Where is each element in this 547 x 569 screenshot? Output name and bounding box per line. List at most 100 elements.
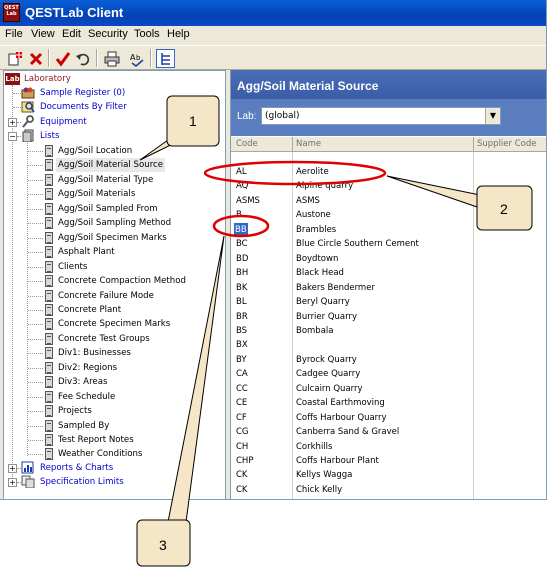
menu-help[interactable]: Help [167, 28, 190, 40]
cell-name[interactable]: Austone [296, 208, 331, 222]
cell-name[interactable]: Black Head [296, 266, 344, 280]
new-record-icon[interactable] [5, 49, 24, 68]
tree-list-item[interactable]: Agg/Soil Sampled From [4, 202, 224, 216]
cell-code[interactable]: CK [236, 483, 248, 497]
tree-list-item[interactable]: Concrete Specimen Marks [4, 317, 224, 331]
cell-name[interactable]: Burrier Quarry [296, 310, 357, 324]
cell-name[interactable]: Cadgee Quarry [296, 367, 360, 381]
cell-name[interactable]: Bombala [296, 324, 334, 338]
tree-list-item[interactable]: Div1: Businesses [4, 346, 224, 360]
table-row[interactable]: CH Corkhills [231, 440, 546, 454]
expand-icon[interactable]: + [8, 118, 17, 127]
table-row[interactable]: CK Chick Kelly [231, 483, 546, 497]
column-header-code[interactable]: Code [236, 139, 258, 149]
table-row[interactable]: CHP Coffs Harbour Plant [231, 454, 546, 468]
cell-name[interactable]: Corkhills [296, 440, 332, 454]
cell-name[interactable]: ASMS [296, 194, 320, 208]
cell-code[interactable]: BK [236, 281, 247, 295]
menu-view[interactable]: View [31, 28, 55, 40]
table-row[interactable]: BB Brambles [231, 222, 546, 237]
cell-name[interactable]: Chick Kelly [296, 483, 342, 497]
cell-code[interactable]: CHP [236, 454, 253, 468]
cell-code[interactable]: CA [236, 367, 248, 381]
tree-toggle-icon[interactable] [156, 49, 175, 68]
table-row[interactable]: BY Byrock Quarry [231, 353, 546, 367]
table-row[interactable]: BX [231, 338, 546, 352]
cell-name[interactable]: Coastal Earthmoving [296, 396, 385, 410]
cell-code[interactable]: CH [236, 440, 248, 454]
tree-item-specification-limits[interactable]: + Specification Limits [4, 475, 224, 489]
tree-item-equipment[interactable]: + Equipment [4, 115, 224, 129]
table-row[interactable]: CK Kellys Wagga [231, 468, 546, 482]
cell-name[interactable]: Coffs Harbour Plant [296, 454, 379, 468]
table-row[interactable]: CA Cadgee Quarry [231, 367, 546, 381]
tree-list-item[interactable]: Agg/Soil Materials [4, 187, 224, 201]
menu-edit[interactable]: Edit [62, 28, 81, 40]
tree-list-item[interactable]: Sampled By [4, 419, 224, 433]
tree-list-item[interactable]: Concrete Compaction Method [4, 274, 224, 288]
cell-code[interactable]: CC [236, 382, 248, 396]
cell-code[interactable]: BL [236, 295, 247, 309]
spell-check-icon[interactable]: Ab [127, 49, 146, 68]
save-check-icon[interactable] [53, 49, 72, 68]
table-row[interactable]: BS Bombala [231, 324, 546, 338]
tree-list-item[interactable]: Agg/Soil Sampling Method [4, 216, 224, 230]
cell-code[interactable]: CK [236, 468, 248, 482]
table-row[interactable]: BD Boydtown [231, 252, 546, 266]
tree-list-item[interactable]: Div2: Regions [4, 361, 224, 375]
cell-name[interactable]: Byrock Quarry [296, 353, 357, 367]
cell-name[interactable]: Brambles [296, 223, 336, 237]
dropdown-arrow-icon[interactable]: ▼ [485, 108, 500, 124]
tree-list-item[interactable]: Clients [4, 260, 224, 274]
tree-list-item[interactable]: Concrete Plant [4, 303, 224, 317]
expand-icon[interactable]: + [8, 478, 17, 487]
tree-item-documents-by-filter[interactable]: Documents By Filter [4, 100, 224, 114]
cell-code[interactable]: ASMS [236, 194, 260, 208]
tree-list-item[interactable]: Concrete Test Groups [4, 332, 224, 346]
cell-code[interactable]: BS [236, 324, 247, 338]
table-row[interactable]: BK Bakers Bendermer [231, 281, 546, 295]
tree-item-lists[interactable]: − Lists [4, 129, 224, 143]
tree-item-reports-charts[interactable]: + Reports & Charts [4, 461, 224, 475]
table-row[interactable]: AQ Alpine quarry [231, 179, 546, 193]
column-header-name[interactable]: Name [296, 139, 321, 149]
cell-name[interactable]: Culcairn Quarry [296, 382, 363, 396]
collapse-icon[interactable]: − [8, 132, 17, 141]
cell-code[interactable]: BC [236, 237, 248, 251]
tree-root[interactable]: Lab Laboratory [4, 72, 224, 86]
tree-list-item[interactable]: Fee Schedule [4, 390, 224, 404]
tree-list-item[interactable]: Projects [4, 404, 224, 418]
expand-icon[interactable]: + [8, 464, 17, 473]
cell-code[interactable]: BB [234, 222, 248, 237]
tree-list-item[interactable]: Test Report Notes [4, 433, 224, 447]
cell-code[interactable]: BD [236, 252, 248, 266]
tree-list-item[interactable]: Div3: Areas [4, 375, 224, 389]
table-row[interactable]: CC Culcairn Quarry [231, 382, 546, 396]
tree-list-item[interactable]: Agg/Soil Specimen Marks [4, 231, 224, 245]
table-row[interactable]: AL Aerolite [231, 165, 546, 179]
cell-name[interactable]: Boydtown [296, 252, 338, 266]
table-row[interactable]: CE Coastal Earthmoving [231, 396, 546, 410]
cell-code[interactable]: AL [236, 165, 247, 179]
menu-security[interactable]: Security [88, 28, 128, 40]
table-row[interactable]: CF Coffs Harbour Quarry [231, 411, 546, 425]
cell-name[interactable]: Alpine quarry [296, 179, 353, 193]
cell-name[interactable]: Blue Circle Southern Cement [296, 237, 419, 251]
cell-name[interactable]: Beryl Quarry [296, 295, 350, 309]
undo-icon[interactable] [73, 49, 92, 68]
table-row[interactable]: BL Beryl Quarry [231, 295, 546, 309]
tree-list-item[interactable]: Concrete Failure Mode [4, 289, 224, 303]
tree-list-item[interactable]: Agg/Soil Location [4, 144, 224, 158]
cell-code[interactable]: CG [236, 425, 249, 439]
delete-icon[interactable] [26, 49, 45, 68]
cell-code[interactable]: AQ [236, 179, 248, 193]
tree-item-sample-register[interactable]: Sample Register (0) [4, 86, 224, 100]
table-row[interactable]: B Austone [231, 208, 546, 222]
cell-code[interactable]: BX [236, 338, 248, 352]
cell-code[interactable]: CE [236, 396, 247, 410]
tree-list-item[interactable]: Agg/Soil Material Type [4, 173, 224, 187]
navigation-tree[interactable]: Lab Laboratory Sample Register (0) Docum… [3, 70, 226, 499]
cell-code[interactable]: B [236, 208, 242, 222]
menu-file[interactable]: File [5, 28, 23, 40]
lab-select[interactable]: (global) ▼ [261, 107, 501, 125]
